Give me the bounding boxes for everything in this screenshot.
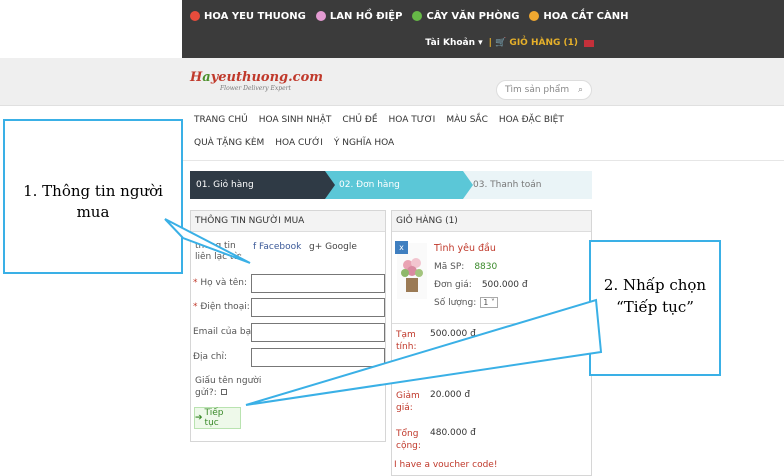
top-bar-blank xyxy=(0,0,182,58)
account-menu[interactable]: Tài Khoản ▾ xyxy=(425,38,482,48)
logo-tagline: Flower Delivery Expert xyxy=(220,85,291,92)
callout-continue: 2. Nhấp chọn “Tiếp tục” xyxy=(589,240,721,376)
nav-hoa-sinh-nhat[interactable]: HOA SINH NHẬT xyxy=(259,115,332,126)
nav-qua-tang-kem[interactable]: QUÀ TẶNG KÈM xyxy=(194,138,264,149)
flag-icon[interactable] xyxy=(584,39,594,47)
rose-icon xyxy=(190,11,200,21)
address-field[interactable] xyxy=(251,348,385,367)
arrow-right-icon: ➔ xyxy=(195,413,203,423)
page: HOA YEU THUONG LAN HỒ ĐIỆP CÂY VĂN PHÒNG… xyxy=(0,0,784,476)
category-lan-ho-diep[interactable]: LAN HỒ ĐIỆP xyxy=(315,10,403,22)
category-label: LAN HỒ ĐIỆP xyxy=(329,10,403,22)
facebook-login-link[interactable]: f Facebook xyxy=(253,242,301,252)
account-area: Tài Khoản ▾ | 🛒 GIỎ HÀNG (1) xyxy=(425,38,594,48)
nav-trang-chu[interactable]: TRANG CHỦ xyxy=(194,115,248,126)
step-cart[interactable]: 01. Giỏ hàng xyxy=(190,171,335,199)
buyer-panel-title: THÔNG TIN NGƯỜI MUA xyxy=(191,211,385,232)
continue-label: Tiếp tục xyxy=(204,408,224,428)
nav-hoa-cuoi[interactable]: HOA CƯỚI xyxy=(275,138,323,149)
callout-buyer-info: 1. Thông tin người mua xyxy=(3,119,183,274)
quantity-select[interactable]: 1 ˅ xyxy=(480,297,498,308)
phone-row: * Điện thoại: xyxy=(193,298,385,320)
cart-totals: Tạm tính: 500.000 đ Phí: Giảm giá: 20.00… xyxy=(392,323,591,451)
qty-row: Số lượng: 1 ˅ xyxy=(434,297,498,308)
orchid-icon xyxy=(315,11,326,21)
step-label: 01. Giỏ hàng xyxy=(196,180,254,190)
email-field[interactable] xyxy=(251,323,385,342)
remove-item-icon[interactable]: x xyxy=(395,241,408,254)
category-hoa-yeu-thuong[interactable]: HOA YEU THUONG xyxy=(190,11,306,22)
cart-panel: GIỎ HÀNG (1) x Tình yêu đầu Mã SP: 8830 Đ… xyxy=(391,210,592,476)
nav-y-nghia-hoa[interactable]: Ý NGHĨA HOA xyxy=(334,138,394,149)
address-label: Địa chỉ: xyxy=(193,352,228,362)
header: Hayeuthuong.com Flower Delivery Expert T… xyxy=(0,58,784,106)
name-field[interactable] xyxy=(251,274,385,293)
top-bar: HOA YEU THUONG LAN HỒ ĐIỆP CÂY VĂN PHÒNG… xyxy=(0,0,784,58)
search-icon[interactable]: ⌕ xyxy=(578,85,583,95)
name-label: * Họ và tên: xyxy=(193,278,248,288)
search-input[interactable]: Tìm sản phẩm ⌕ xyxy=(496,80,592,100)
address-row: Địa chỉ: xyxy=(193,348,385,370)
checkout-steps: 01. Giỏ hàng 02. Đơn hàng 03. Thanh toán xyxy=(190,171,592,199)
price-row: Đơn giá: 500.000 đ xyxy=(434,280,528,290)
flower-icon xyxy=(529,11,540,21)
nav-divider xyxy=(182,160,784,161)
cart-link[interactable]: | 🛒 GIỎ HÀNG (1) xyxy=(489,38,578,48)
hide-sender-checkbox[interactable] xyxy=(220,389,227,395)
category-links: HOA YEU THUONG LAN HỒ ĐIỆP CÂY VĂN PHÒNG… xyxy=(190,6,628,26)
nav-hoa-dac-biet[interactable]: HOA ĐẶC BIỆT xyxy=(499,115,564,126)
cart-panel-title: GIỎ HÀNG (1) xyxy=(392,211,591,232)
step-arrow xyxy=(325,171,335,199)
google-login-link[interactable]: g+ Google xyxy=(309,242,357,252)
voucher-link[interactable]: I have a voucher code! xyxy=(394,460,497,470)
nav-mau-sac[interactable]: MÀU SẮC xyxy=(446,115,488,126)
hide-sender-row: Giấu tên người gửi?: xyxy=(195,375,275,399)
buyer-info-panel: THÔNG TIN NGƯỜI MUA thông tin liên lạc t… xyxy=(190,210,386,442)
category-label: HOA CẮT CÀNH xyxy=(543,10,629,22)
continue-button[interactable]: ➔ Tiếp tục xyxy=(194,407,241,429)
sku-row: Mã SP: 8830 xyxy=(434,262,498,272)
logo[interactable]: Hayeuthuong.com Flower Delivery Expert xyxy=(190,70,323,92)
name-row: * Họ và tên: xyxy=(193,274,385,296)
category-label: HOA YEU THUONG xyxy=(204,10,306,22)
email-row: Email của bạn: xyxy=(193,323,385,345)
step-label: 02. Đơn hàng xyxy=(339,180,400,190)
email-label: Email của bạn: xyxy=(193,327,260,337)
search-placeholder: Tìm sản phẩm xyxy=(505,85,570,95)
nav-chu-de[interactable]: CHỦ ĐỀ xyxy=(342,115,377,126)
social-login: thông tin liên lạc từ: f Facebook g+ Goo… xyxy=(195,241,375,263)
hide-sender-label: Giấu tên người gửi?: xyxy=(195,376,262,398)
step-order[interactable]: 02. Đơn hàng xyxy=(325,171,473,199)
main-nav: TRANG CHỦ HOA SINH NHẬT CHỦ ĐỀ HOA TƯƠI … xyxy=(194,115,594,149)
step-arrow xyxy=(463,171,473,199)
phone-field[interactable] xyxy=(251,298,385,317)
step-payment: 03. Thanh toán xyxy=(463,171,592,199)
product-name[interactable]: Tình yêu đầu xyxy=(434,243,496,254)
step-label: 03. Thanh toán xyxy=(473,180,542,190)
category-cay-van-phong[interactable]: CÂY VĂN PHÒNG xyxy=(412,11,519,22)
nav-hoa-tuoi[interactable]: HOA TƯƠI xyxy=(389,115,436,126)
plant-icon xyxy=(412,11,423,21)
category-label: CÂY VĂN PHÒNG xyxy=(426,10,520,22)
social-label: thông tin liên lạc từ: xyxy=(195,241,243,262)
logo-text: Hayeuthuong.com xyxy=(190,70,323,85)
phone-label: * Điện thoại: xyxy=(193,302,250,312)
category-hoa-cat-canh[interactable]: HOA CẮT CÀNH xyxy=(529,11,628,22)
